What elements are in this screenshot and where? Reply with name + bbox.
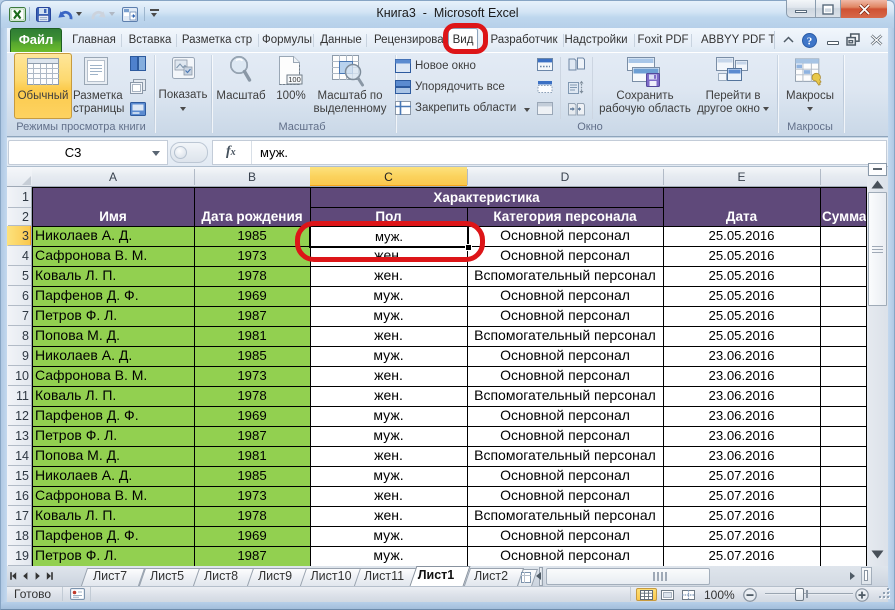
svg-text:100: 100 — [288, 75, 301, 84]
svg-text:?: ? — [807, 36, 813, 48]
